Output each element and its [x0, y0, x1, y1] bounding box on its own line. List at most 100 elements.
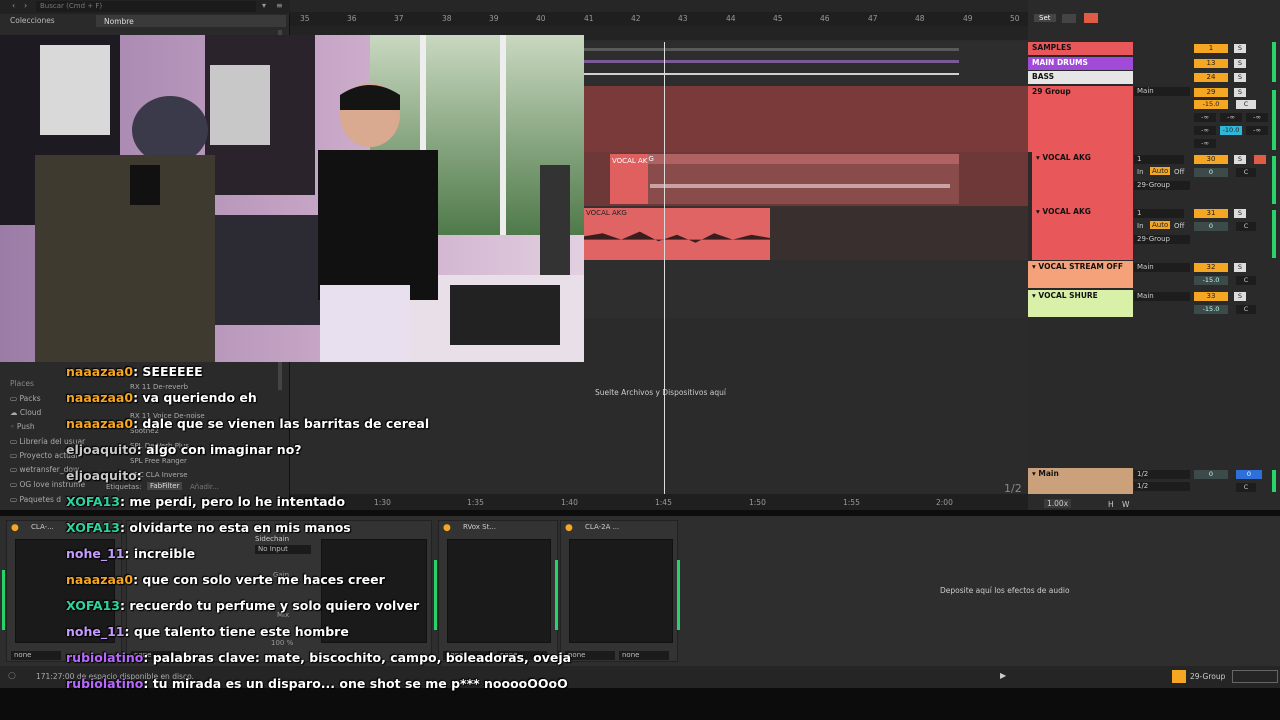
- pan-field[interactable]: C: [1236, 100, 1256, 109]
- output-routing[interactable]: 1/2: [1134, 470, 1190, 479]
- send-field[interactable]: -∞: [1194, 126, 1216, 135]
- volume-field[interactable]: 0: [1194, 168, 1228, 177]
- place-push[interactable]: ◦ Push: [10, 422, 35, 431]
- device-cla-2a[interactable]: ● CLA-2A ... none none: [560, 520, 678, 662]
- beat-ruler[interactable]: 35 36 37 38 39 40 41 42 43 44 45 46 47 4…: [290, 12, 1030, 26]
- input-channel[interactable]: 1: [1134, 209, 1184, 218]
- pan-field[interactable]: C: [1236, 483, 1256, 492]
- filter-icon[interactable]: ▾: [262, 1, 266, 10]
- monitor-in[interactable]: In: [1137, 168, 1144, 176]
- preset-select[interactable]: none: [619, 651, 669, 660]
- track-activator[interactable]: 30: [1194, 155, 1228, 164]
- track-activator[interactable]: 1: [1194, 44, 1228, 53]
- output-routing[interactable]: Main: [1134, 263, 1190, 272]
- send-field[interactable]: -∞: [1220, 113, 1242, 122]
- track-bass[interactable]: BASS: [1028, 71, 1133, 84]
- track-vocal-stream-off[interactable]: ▾ VOCAL STREAM OFF: [1028, 261, 1133, 288]
- monitor-auto[interactable]: Auto: [1150, 221, 1171, 229]
- solo-button[interactable]: S: [1234, 292, 1246, 301]
- monitor-off[interactable]: Off: [1174, 168, 1184, 176]
- solo-button[interactable]: S: [1234, 209, 1246, 218]
- preset-select[interactable]: none: [11, 651, 61, 660]
- volume-field[interactable]: -15.0: [1194, 100, 1228, 109]
- solo-button[interactable]: S: [1234, 263, 1246, 272]
- play-icon[interactable]: ▶: [1000, 671, 1006, 680]
- list-item[interactable]: SPL Free Ranger: [130, 457, 187, 465]
- arm-icon[interactable]: [1084, 13, 1098, 23]
- solo-button[interactable]: S: [1234, 155, 1246, 164]
- send-field[interactable]: -∞: [1246, 113, 1268, 122]
- monitor-off[interactable]: Off: [1174, 222, 1184, 230]
- pan-field[interactable]: C: [1236, 305, 1256, 314]
- overview-bar[interactable]: [290, 0, 1030, 12]
- vocal-clip-2[interactable]: VOCAL AKG: [584, 208, 770, 260]
- arm-button[interactable]: [1254, 155, 1266, 164]
- track-vocal-akg-30[interactable]: ▾ VOCAL AKG: [1032, 152, 1133, 206]
- track-vocal-akg-31[interactable]: ▾ VOCAL AKG: [1032, 206, 1133, 260]
- send-field[interactable]: -∞: [1246, 126, 1268, 135]
- output-routing[interactable]: 1/2: [1134, 482, 1190, 491]
- track-29-group[interactable]: 29 Group: [1028, 86, 1133, 152]
- send-field-active[interactable]: -10.0: [1220, 126, 1242, 135]
- vocal-clip-1[interactable]: VOCAL AKG VOCAL AK: [610, 154, 959, 204]
- solo-button[interactable]: S: [1234, 73, 1246, 82]
- time-ruler[interactable]: 1:30 1:35 1:40 1:45 1:50 1:55 2:00: [290, 494, 1028, 510]
- menu-icon[interactable]: ≡: [276, 1, 283, 10]
- pan-field[interactable]: C: [1236, 222, 1256, 231]
- solo-button[interactable]: S: [1234, 44, 1246, 53]
- set-button[interactable]: Set: [1034, 14, 1056, 22]
- track-samples[interactable]: SAMPLES: [1028, 42, 1133, 55]
- track-vocal-shure[interactable]: ▾ VOCAL SHURE: [1028, 290, 1133, 317]
- device-cla[interactable]: ● CLA-... none: [6, 520, 122, 662]
- send-field[interactable]: -∞: [1194, 139, 1216, 148]
- search-input[interactable]: Buscar (Cmd + F): [36, 1, 256, 12]
- place-paquetes[interactable]: ▭ Paquetes d: [10, 495, 61, 504]
- track-main[interactable]: ▾ Main: [1028, 468, 1133, 494]
- track-activator[interactable]: 29: [1194, 88, 1228, 97]
- track-activator[interactable]: 24: [1194, 73, 1228, 82]
- track-activator[interactable]: 33: [1194, 292, 1228, 301]
- w-toggle[interactable]: W: [1122, 500, 1129, 509]
- track-activator[interactable]: 32: [1194, 263, 1228, 272]
- place-cloud[interactable]: ☁ Cloud: [10, 408, 41, 417]
- back-icon[interactable]: ‹: [12, 1, 15, 10]
- output-routing[interactable]: Main: [1134, 87, 1190, 96]
- power-icon[interactable]: ●: [11, 523, 19, 533]
- place-packs[interactable]: ▭ Packs: [10, 394, 41, 403]
- track-main-drums[interactable]: MAIN DRUMS: [1028, 57, 1133, 70]
- sidechain-input-select[interactable]: No Input: [255, 545, 311, 554]
- input-channel[interactable]: 1: [1134, 155, 1184, 164]
- preset-select[interactable]: none: [565, 651, 615, 660]
- output-routing[interactable]: 29-Group: [1134, 181, 1190, 190]
- selected-track-label[interactable]: 29-Group: [1190, 672, 1225, 681]
- monitor-auto[interactable]: Auto: [1150, 167, 1171, 175]
- output-routing[interactable]: Main: [1134, 292, 1190, 301]
- tempo-ratio[interactable]: 1.00x: [1044, 499, 1072, 508]
- device-rvox[interactable]: ● RVox St... none none: [438, 520, 558, 662]
- send-field[interactable]: -∞: [1194, 113, 1216, 122]
- mix-value[interactable]: 100 %: [271, 639, 293, 647]
- output-routing[interactable]: 29-Group: [1134, 235, 1190, 244]
- forward-icon[interactable]: ›: [24, 1, 27, 10]
- track-activator[interactable]: 13: [1194, 59, 1228, 68]
- power-icon[interactable]: ●: [565, 523, 573, 533]
- pan-field[interactable]: C: [1236, 276, 1256, 285]
- fold-icon[interactable]: [1062, 14, 1076, 23]
- monitor-in[interactable]: In: [1137, 222, 1144, 230]
- tag-add[interactable]: Añadir...: [190, 483, 219, 491]
- cue-volume-field[interactable]: 0: [1236, 470, 1262, 479]
- volume-field[interactable]: -15.0: [1194, 276, 1228, 285]
- solo-button[interactable]: S: [1234, 88, 1246, 97]
- power-icon[interactable]: ●: [443, 523, 451, 533]
- mini-view-toggle[interactable]: [1232, 670, 1278, 683]
- device-compressor[interactable]: Sidechain No Input Gain Mix 100 % none: [126, 520, 432, 662]
- pan-field[interactable]: C: [1236, 168, 1256, 177]
- volume-field[interactable]: 0: [1194, 470, 1228, 479]
- volume-field[interactable]: -15.0: [1194, 305, 1228, 314]
- playhead[interactable]: [664, 42, 665, 494]
- track-activator[interactable]: 31: [1194, 209, 1228, 218]
- tag-fabfilter[interactable]: FabFilter: [147, 482, 183, 490]
- solo-button[interactable]: S: [1234, 59, 1246, 68]
- h-toggle[interactable]: H: [1108, 500, 1114, 509]
- volume-field[interactable]: 0: [1194, 222, 1228, 231]
